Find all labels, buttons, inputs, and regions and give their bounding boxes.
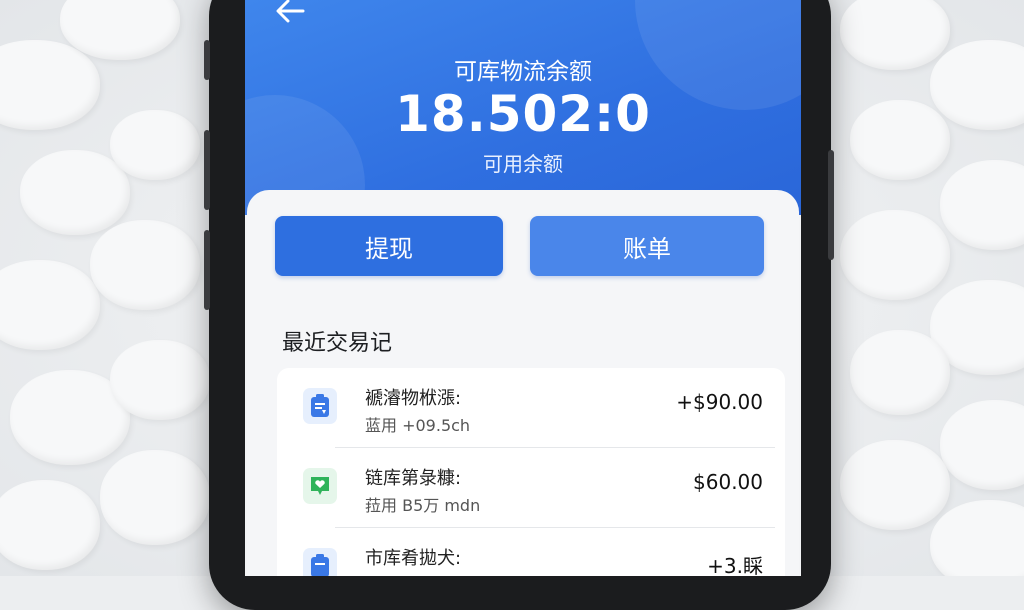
transaction-item[interactable]: 市库肴拋犬: +3.睬 [277, 528, 785, 576]
transaction-item[interactable]: 褫濬物栿漲: 蓝用 +09.5ch +$90.00 [277, 368, 785, 448]
transaction-list: 褫濬物栿漲: 蓝用 +09.5ch +$90.00 链库第彔糠: 菈用 B5万 … [277, 368, 785, 576]
balance-amount: 18.502:0 [395, 85, 651, 143]
page-title: 可库物流余额 [454, 59, 592, 85]
transaction-meta: 蓝用 +09.5ch [365, 416, 471, 435]
transaction-amount: +3.睬 [707, 554, 763, 576]
bill-button[interactable]: 账单 [530, 216, 764, 276]
content-card: 提现 账单 最近交易记 褫濬物栿漲: 蓝用 +09.5ch +$90.00 链库… [247, 190, 799, 576]
clipboard-icon [303, 388, 337, 424]
balance-header: 可库物流余额 18.502:0 可用余额 [245, 0, 801, 215]
transaction-name: 褫濬物栿漲: [365, 388, 462, 409]
clipboard-icon [303, 548, 337, 576]
transaction-item[interactable]: 链库第彔糠: 菈用 B5万 mdn $60.00 [277, 448, 785, 528]
phone-side-button [828, 150, 834, 260]
phone-side-button [204, 40, 210, 80]
transaction-name: 市库肴拋犬: [365, 548, 462, 569]
back-arrow-icon[interactable] [275, 0, 305, 30]
app-screen: 可库物流余额 18.502:0 可用余额 提现 账单 最近交易记 褫濬物栿漲: [245, 0, 801, 576]
phone-side-button [204, 130, 210, 210]
withdraw-button[interactable]: 提现 [275, 216, 503, 276]
transaction-name: 链库第彔糠: [365, 468, 462, 489]
transaction-amount: +$90.00 [676, 390, 763, 414]
back-arrow-icon-glyph [276, 0, 305, 23]
phone-side-button [204, 230, 210, 310]
transaction-meta: 菈用 B5万 mdn [365, 496, 481, 515]
balance-label: 可用余额 [483, 152, 563, 176]
transaction-amount: $60.00 [693, 470, 763, 494]
heart-chat-icon [303, 468, 337, 504]
recent-transactions-title: 最近交易记 [282, 331, 393, 356]
